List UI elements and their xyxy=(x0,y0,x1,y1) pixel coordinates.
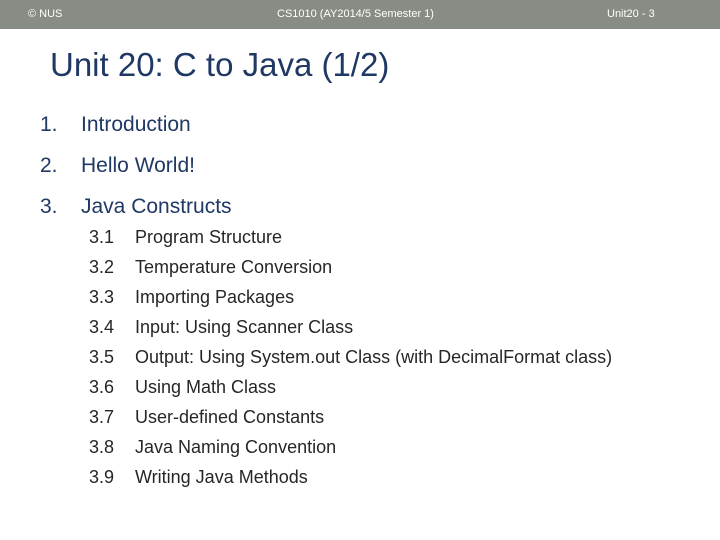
sub-item-number: 3.4 xyxy=(89,317,115,337)
sub-item: 3.2 Temperature Conversion xyxy=(89,257,612,287)
slide-title: Unit 20: C to Java (1/2) xyxy=(50,46,390,83)
item-label: Introduction xyxy=(81,113,191,136)
item-number: 3. xyxy=(40,195,58,218)
sub-item: 3.1 Program Structure xyxy=(89,227,612,257)
list-item-java-constructs: 3. Java Constructs xyxy=(40,195,232,219)
sub-item: 3.8 Java Naming Convention xyxy=(89,437,612,467)
sub-item-number: 3.6 xyxy=(89,377,115,397)
sub-item-label: Program Structure xyxy=(135,227,283,247)
item-label: Hello World! xyxy=(81,154,195,177)
sub-item-label: Input: Using Scanner Class xyxy=(135,317,354,337)
sub-item-label: Java Naming Convention xyxy=(135,437,337,457)
sub-item: 3.5 Output: Using System.out Class (with … xyxy=(89,347,612,377)
sub-item-number: 3.1 xyxy=(89,227,115,247)
sub-list: 3.1 Program Structure 3.2 Temperature Conv… xyxy=(89,227,612,497)
sub-item: 3.4 Input: Using Scanner Class xyxy=(89,317,612,347)
item-number: 1. xyxy=(40,113,58,136)
sub-item-label: User-defined Constants xyxy=(135,407,325,427)
course-label: CS1010 (AY2014/5 Semester 1) xyxy=(277,8,434,20)
sub-item-number: 3.7 xyxy=(89,407,115,427)
sub-item-number: 3.8 xyxy=(89,437,115,457)
sub-item-label: Output: Using System.out Class (with Dec… xyxy=(135,347,613,367)
slide-number: Unit20 - 3 xyxy=(607,8,655,20)
sub-item-number: 3.2 xyxy=(89,257,115,277)
sub-item-label: Using Math Class xyxy=(135,377,277,397)
sub-item-label: Temperature Conversion xyxy=(135,257,333,277)
sub-item-label: Writing Java Methods xyxy=(135,467,308,487)
list-item-hello-world: 2. Hello World! xyxy=(40,154,195,178)
sub-item-number: 3.3 xyxy=(89,287,115,307)
item-label: Java Constructs xyxy=(81,195,232,218)
sub-item-label: Importing Packages xyxy=(135,287,295,307)
list-item-introduction: 1. Introduction xyxy=(40,113,191,137)
copyright-text: © NUS xyxy=(28,8,63,20)
sub-item-number: 3.5 xyxy=(89,347,115,367)
sub-item: 3.7 User-defined Constants xyxy=(89,407,612,437)
sub-item: 3.3 Importing Packages xyxy=(89,287,612,317)
sub-item-number: 3.9 xyxy=(89,467,115,487)
item-number: 2. xyxy=(40,154,58,177)
sub-item: 3.9 Writing Java Methods xyxy=(89,467,612,497)
header-bar: © NUS CS1010 (AY2014/5 Semester 1) Unit2… xyxy=(0,0,720,29)
sub-item: 3.6 Using Math Class xyxy=(89,377,612,407)
